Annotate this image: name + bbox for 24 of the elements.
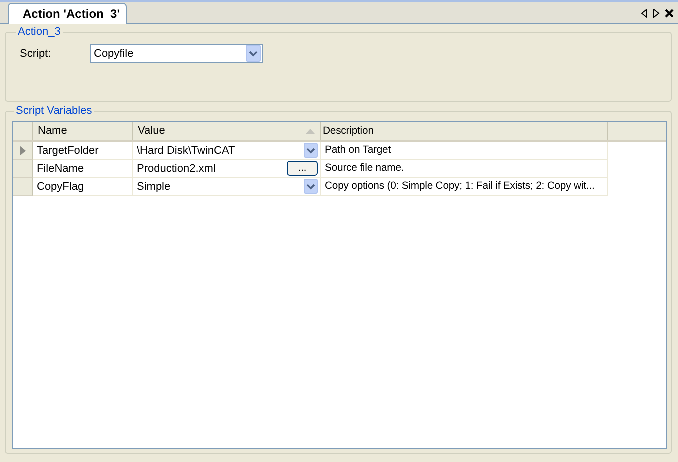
scroll-left-icon[interactable] <box>641 9 648 18</box>
table-cell: Path on Target <box>321 142 608 160</box>
column-header[interactable]: Description <box>321 122 608 140</box>
table-cell: Source file name. <box>321 160 608 178</box>
table-cell: Copy options (0: Simple Copy; 1: Fail if Exists; 2: Copy wit... <box>321 178 608 196</box>
sort-arrow-icon <box>306 128 315 134</box>
group-title: Action_3 <box>17 26 62 38</box>
table-cell: FileName <box>33 160 133 178</box>
table-cell[interactable]: Production2.xml <box>137 162 216 174</box>
table-cell: TargetFolder <box>33 142 133 160</box>
script-label: Script: <box>19 48 52 60</box>
column-header[interactable]: Name <box>33 122 133 140</box>
close-icon[interactable] <box>665 9 674 18</box>
script-dropdown[interactable]: Copyfile <box>90 44 263 63</box>
document-tab[interactable]: Action 'Action_3' <box>8 3 128 24</box>
row-header[interactable] <box>13 142 33 160</box>
column-header[interactable]: Value <box>133 122 321 140</box>
table-cell[interactable]: \Hard Disk\TwinCAT <box>137 144 236 156</box>
table-cell[interactable]: Simple <box>137 180 171 192</box>
table-cell: CopyFlag <box>33 178 133 196</box>
current-row-icon <box>20 146 26 156</box>
scroll-right-icon[interactable] <box>653 9 660 18</box>
group-title: Script Variables <box>15 105 94 117</box>
browse-button[interactable]: ... <box>287 161 318 176</box>
